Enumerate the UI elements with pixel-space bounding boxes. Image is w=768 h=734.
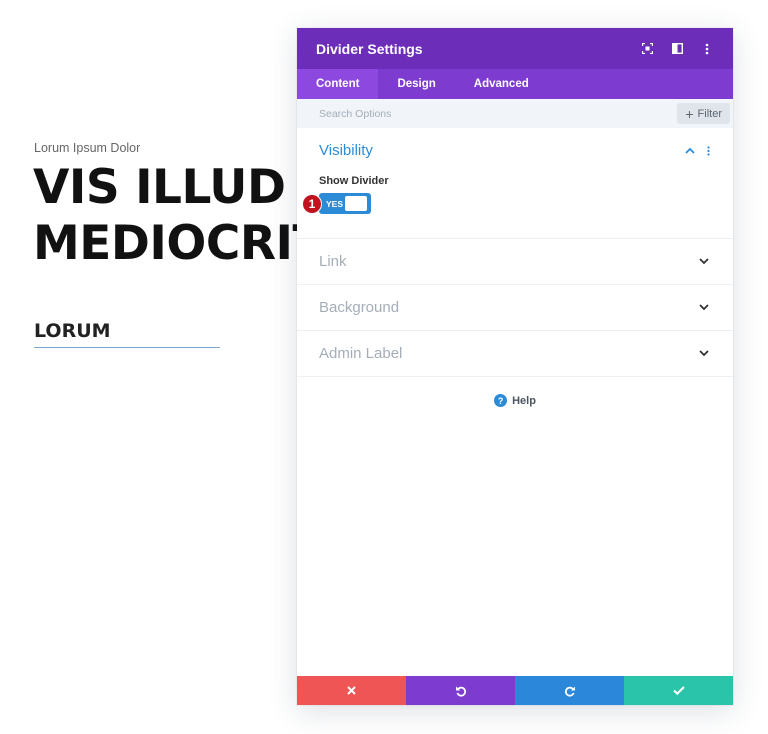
tab-advanced[interactable]: Advanced bbox=[455, 69, 548, 99]
redo-button[interactable] bbox=[515, 676, 624, 705]
section-visibility: Visibility Show Divider YES 1 bbox=[297, 128, 733, 239]
toggle-text: YES bbox=[326, 198, 344, 209]
help-icon: ? bbox=[494, 394, 508, 407]
header-icons bbox=[637, 39, 717, 59]
modal-title: Divider Settings bbox=[316, 40, 423, 57]
step-badge: 1 bbox=[302, 194, 322, 214]
section-link-title: Link bbox=[319, 253, 347, 270]
close-icon bbox=[347, 686, 356, 695]
visibility-body: Show Divider YES 1 bbox=[297, 173, 733, 238]
section-background-header[interactable]: Background bbox=[297, 285, 733, 330]
more-vertical-icon[interactable] bbox=[705, 145, 711, 156]
plus-icon: + bbox=[685, 105, 694, 122]
page-heading: VIS ILLUD MEDIOCRIT bbox=[33, 160, 325, 272]
check-icon bbox=[672, 686, 685, 695]
undo-button[interactable] bbox=[406, 676, 515, 705]
section-background: Background bbox=[297, 285, 733, 331]
modal-header: Divider Settings bbox=[297, 28, 733, 69]
redo-icon bbox=[564, 686, 575, 697]
divider-settings-modal: Divider Settings Content Design Advanced… bbox=[297, 28, 733, 705]
chevron-down-icon[interactable] bbox=[697, 301, 711, 315]
section-background-title: Background bbox=[319, 299, 400, 316]
section-visibility-title: Visibility bbox=[319, 142, 373, 159]
settings-tabs: Content Design Advanced bbox=[297, 69, 733, 99]
page-divider-line bbox=[34, 347, 220, 348]
focus-icon[interactable] bbox=[637, 39, 657, 59]
undo-icon bbox=[455, 686, 466, 697]
show-divider-toggle[interactable]: YES bbox=[319, 193, 371, 214]
tab-design[interactable]: Design bbox=[378, 69, 454, 99]
section-admin-label-header[interactable]: Admin Label bbox=[297, 331, 733, 376]
page-heading-line-2: MEDIOCRIT bbox=[33, 216, 325, 271]
chevron-down-icon[interactable] bbox=[697, 347, 711, 361]
modal-footer bbox=[297, 676, 733, 705]
page-heading-line-1: VIS ILLUD bbox=[33, 160, 286, 215]
section-admin-label: Admin Label bbox=[297, 331, 733, 377]
show-divider-label: Show Divider bbox=[319, 175, 389, 187]
more-vertical-icon[interactable] bbox=[697, 39, 717, 59]
chevron-up-icon[interactable] bbox=[683, 144, 697, 158]
toggle-knob bbox=[345, 196, 367, 211]
split-view-icon[interactable] bbox=[667, 39, 687, 59]
section-link-header[interactable]: Link bbox=[297, 239, 733, 284]
section-link: Link bbox=[297, 239, 733, 285]
cancel-button[interactable] bbox=[297, 676, 406, 705]
section-visibility-header[interactable]: Visibility bbox=[297, 128, 733, 173]
search-input[interactable] bbox=[319, 107, 619, 120]
filter-label: Filter bbox=[697, 107, 722, 120]
tab-content[interactable]: Content bbox=[297, 69, 379, 99]
search-bar: + Filter bbox=[297, 99, 733, 128]
help-label: Help bbox=[512, 394, 536, 407]
page-lorum-text: LORUM bbox=[34, 320, 111, 342]
page-subtitle: Lorum Ipsum Dolor bbox=[34, 141, 141, 155]
filter-button[interactable]: + Filter bbox=[677, 103, 730, 124]
chevron-down-icon[interactable] bbox=[697, 255, 711, 269]
save-button[interactable] bbox=[624, 676, 733, 705]
section-admin-label-title: Admin Label bbox=[319, 345, 403, 362]
help-link[interactable]: ? Help bbox=[297, 394, 733, 407]
